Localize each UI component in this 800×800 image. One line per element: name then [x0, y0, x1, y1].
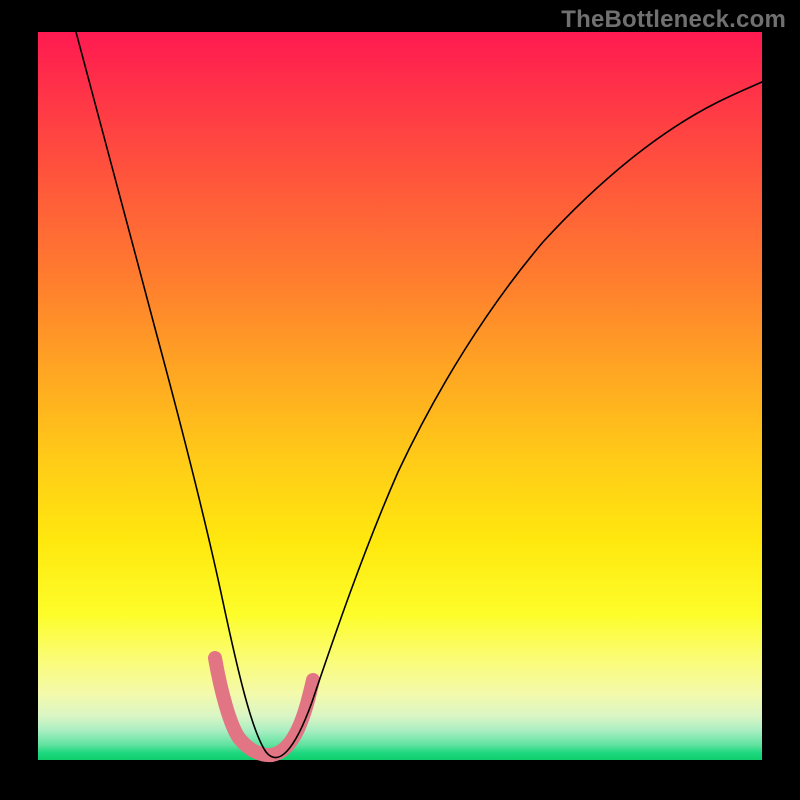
bottleneck-curve — [76, 32, 762, 758]
plot-area — [38, 32, 762, 760]
watermark-text: TheBottleneck.com — [561, 6, 786, 34]
curve-svg — [38, 32, 762, 760]
sweet-spot-highlight — [215, 658, 313, 755]
chart-frame: TheBottleneck.com — [0, 0, 800, 800]
